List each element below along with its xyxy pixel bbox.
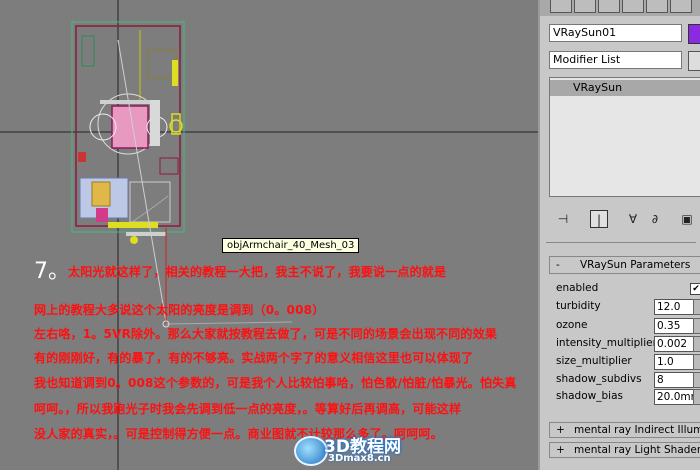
show-end-result-icon[interactable]: |: [590, 210, 608, 228]
size-multiplier-spinner[interactable]: [693, 354, 700, 370]
site-watermark: 3D教程网 3Dmax8.cn: [294, 432, 406, 466]
turbidity-field[interactable]: 12.0: [654, 299, 694, 315]
turbidity-spinner[interactable]: [693, 299, 700, 315]
annotation-line-4: 有的刚刚好，有的暴了，有的不够亮。实战两个字了的意义相信这里也可以体现了: [34, 351, 474, 365]
object-name-field[interactable]: VRaySun01: [549, 24, 682, 42]
rollout-title: mental ray Indirect Illumination: [574, 424, 700, 436]
ozone-field[interactable]: 0.35: [654, 318, 694, 334]
enabled-label: enabled: [556, 282, 599, 294]
rollout-toggle: +: [556, 444, 565, 456]
object-tooltip: objArmchair_40_Mesh_03: [222, 238, 360, 253]
rollout-mental-ray-indirect-illumination[interactable]: + mental ray Indirect Illumination: [549, 422, 700, 438]
annotation-line-2: 网上的教程大多说这个太阳的亮度是调到（0。008）: [34, 303, 325, 317]
size-multiplier-field[interactable]: 1.0: [654, 354, 694, 370]
step-number: 7。: [34, 259, 70, 284]
rollout-mental-ray-light-shader[interactable]: + mental ray Light Shader: [549, 442, 700, 458]
rollout-vraysun-parameters[interactable]: - VRaySun Parameters: [549, 256, 700, 274]
modifier-stack-item[interactable]: VRaySun: [550, 80, 700, 96]
shadow-bias-label: shadow_bias: [556, 390, 623, 402]
shadow-bias-spinner[interactable]: [693, 389, 700, 405]
enabled-checkbox[interactable]: ✔: [690, 283, 700, 295]
annotation-line-3: 左右咯，1。5VR除外。那么大家就按教程去做了，可是不同的场景会出现不同的效果: [34, 327, 498, 341]
rollout-title: VRaySun Parameters: [580, 259, 691, 271]
tab-utilities[interactable]: [670, 0, 692, 13]
intensity-multiplier-field[interactable]: 0.002: [654, 336, 694, 352]
tab-motion[interactable]: [622, 0, 644, 13]
modifier-list-dropdown[interactable]: Modifier List: [549, 51, 682, 69]
size-multiplier-label: size_multiplier: [556, 355, 632, 367]
ozone-label: ozone: [556, 319, 588, 331]
tab-create[interactable]: [550, 0, 572, 13]
annotation-line-1: 太阳光就这样了，相关的教程一大把，我主不说了，我要说一点的就是: [68, 265, 447, 279]
command-panel: VRaySun01 Modifier List VRaySun ⊣ | ∀ ∂ …: [538, 0, 700, 470]
rollout-toggle: +: [556, 424, 565, 436]
intensity-multiplier-label: intensity_multiplier: [556, 337, 657, 349]
configure-sets-icon[interactable]: ▣: [678, 210, 696, 228]
ozone-spinner[interactable]: [693, 318, 700, 334]
intensity-multiplier-spinner[interactable]: [693, 336, 700, 352]
rollout-title: mental ray Light Shader: [574, 444, 700, 456]
modifier-list-arrow-icon[interactable]: [688, 51, 700, 71]
command-panel-tabs: [540, 0, 700, 16]
tab-display[interactable]: [646, 0, 668, 13]
divider: [546, 242, 696, 243]
watermark-logo-icon: [294, 436, 328, 466]
modifier-stack[interactable]: VRaySun: [549, 77, 700, 197]
remove-modifier-icon[interactable]: ∂: [646, 210, 664, 228]
make-unique-icon[interactable]: ∀: [624, 210, 642, 228]
shadow-bias-field[interactable]: 20.0mm: [654, 389, 694, 405]
tab-hierarchy[interactable]: [598, 0, 620, 13]
shadow-subdivs-field[interactable]: 8: [654, 372, 694, 388]
watermark-url: 3Dmax8.cn: [328, 453, 391, 464]
turbidity-label: turbidity: [556, 300, 601, 312]
shadow-subdivs-label: shadow_subdivs: [556, 373, 642, 385]
annotation-line-5: 我也知道调到0。008这个参数的，可是我个人比较怕事哈，怕色散/怕脏/怕暴光。怕…: [34, 376, 517, 390]
viewport-top[interactable]: objArmchair_40_Mesh_03 7。 太阳光就这样了，相关的教程一…: [0, 0, 538, 470]
stack-toolbar: ⊣ | ∀ ∂ ▣: [550, 210, 700, 230]
rollout-toggle: -: [556, 259, 560, 271]
annotation-line-6: 呵呵。，所以我跑光子时我会先调到低一点的亮度，。等算好后再调高，可能这样: [34, 402, 462, 416]
shadow-subdivs-spinner[interactable]: [693, 372, 700, 388]
tab-modify[interactable]: [574, 0, 596, 13]
pin-stack-icon[interactable]: ⊣: [554, 210, 572, 228]
object-color-swatch[interactable]: [688, 24, 700, 44]
